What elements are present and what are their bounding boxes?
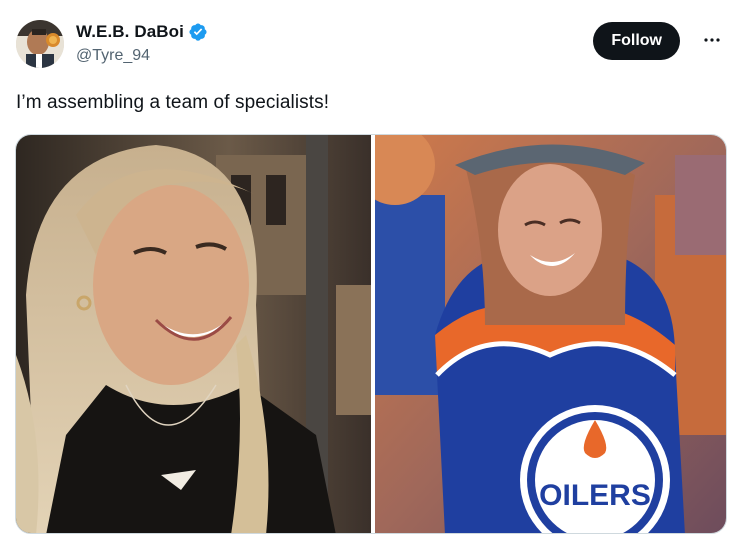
- media-photo-2[interactable]: OILERS: [375, 135, 726, 533]
- avatar[interactable]: [16, 20, 64, 68]
- follow-button[interactable]: Follow: [593, 22, 680, 60]
- author-names: W.E.B. DaBoi @Tyre_94: [76, 20, 208, 65]
- jersey-text: OILERS: [539, 479, 651, 512]
- author-handle[interactable]: @Tyre_94: [76, 47, 208, 65]
- tweet-text: I’m assembling a team of specialists!: [16, 92, 330, 113]
- verified-badge-icon: [188, 22, 208, 42]
- tweet-header: W.E.B. DaBoi @Tyre_94 Follow: [16, 18, 724, 74]
- media-grid[interactable]: OILERS: [15, 134, 727, 534]
- photo-fan-oilers-jersey-icon: OILERS: [375, 135, 726, 533]
- more-horizontal-icon[interactable]: [700, 28, 724, 52]
- display-name-row: W.E.B. DaBoi: [76, 20, 208, 44]
- tweet-card: W.E.B. DaBoi @Tyre_94 Follow I’m assembl…: [0, 0, 740, 544]
- media-photo-1[interactable]: [16, 135, 371, 533]
- photo-woman-smiling-icon: [16, 135, 371, 533]
- display-name[interactable]: W.E.B. DaBoi: [76, 22, 184, 42]
- avatar-photo-icon: [16, 20, 64, 68]
